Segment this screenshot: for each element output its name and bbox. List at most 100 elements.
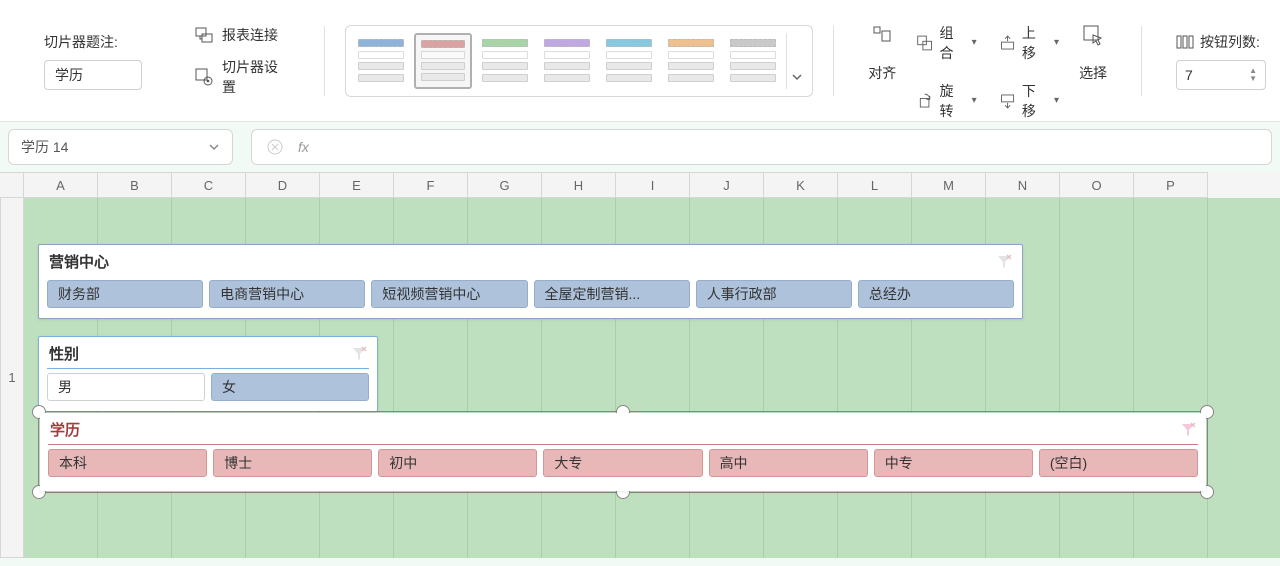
slicer-settings-label: 切片器设置: [222, 57, 286, 97]
slicer-items: 财务部电商营销中心短视频营销中心全屋定制营销...人事行政部总经办: [47, 280, 1014, 308]
formula-bar: fx: [251, 129, 1272, 165]
button-columns-value: 7: [1185, 67, 1193, 83]
ribbon: 切片器题注: 报表连接 切片器设置 对齐 组合▾: [0, 0, 1280, 122]
column-header[interactable]: I: [616, 172, 690, 198]
align-button[interactable]: [868, 21, 896, 49]
up-icon: [999, 33, 1016, 53]
button-columns-label: 按钮列数:: [1176, 32, 1266, 52]
fx-icon[interactable]: fx: [298, 139, 309, 155]
select-pane-button[interactable]: [1079, 21, 1107, 49]
slicer-item[interactable]: 高中: [709, 449, 868, 477]
rotate-label: 旋转: [940, 81, 964, 121]
chevron-down-icon: ▾: [1054, 95, 1059, 106]
slicer-item[interactable]: 女: [211, 373, 369, 401]
ribbon-separator: [833, 26, 834, 96]
button-columns-text: 按钮列数:: [1200, 32, 1260, 52]
style-swatch[interactable]: [476, 33, 534, 89]
column-header[interactable]: N: [986, 172, 1060, 198]
style-swatch[interactable]: [414, 33, 472, 89]
style-gallery: [345, 25, 813, 97]
rotate-button[interactable]: 旋转▾: [914, 79, 978, 123]
send-backward-button[interactable]: 下移 ▾: [997, 79, 1061, 123]
slicer-settings-button[interactable]: 切片器设置: [190, 55, 290, 99]
slicer-item[interactable]: 短视频营销中心: [371, 280, 527, 308]
slicer-item[interactable]: 人事行政部: [696, 280, 852, 308]
connect-group: 报表连接 切片器设置: [176, 21, 304, 101]
clear-filter-icon[interactable]: [351, 346, 367, 362]
slicer-item[interactable]: 财务部: [47, 280, 203, 308]
caption-group: 切片器题注:: [30, 21, 156, 101]
chevron-down-icon: ▾: [972, 37, 977, 48]
column-header[interactable]: M: [912, 172, 986, 198]
slicer-item[interactable]: 本科: [48, 449, 207, 477]
column-header[interactable]: K: [764, 172, 838, 198]
column-header[interactable]: F: [394, 172, 468, 198]
slicer-item[interactable]: 电商营销中心: [209, 280, 365, 308]
column-header[interactable]: C: [172, 172, 246, 198]
select-all-corner[interactable]: [0, 172, 24, 198]
style-swatch[interactable]: [352, 33, 410, 89]
ribbon-separator: [324, 26, 325, 96]
column-header[interactable]: P: [1134, 172, 1208, 198]
group-label: 组合: [940, 23, 964, 63]
report-connections-label: 报表连接: [222, 25, 278, 45]
column-header[interactable]: J: [690, 172, 764, 198]
column-header[interactable]: G: [468, 172, 542, 198]
align-icon: [870, 23, 894, 47]
clear-filter-icon[interactable]: [996, 254, 1012, 270]
style-swatch[interactable]: [600, 33, 658, 89]
row-header[interactable]: 1: [0, 198, 24, 558]
slicer-edu-title: 学历: [50, 419, 80, 440]
row-headers: 1: [0, 198, 24, 558]
button-columns-input[interactable]: 7 ▲▼: [1176, 60, 1266, 90]
spin-down-icon[interactable]: ▼: [1249, 75, 1257, 83]
column-header[interactable]: O: [1060, 172, 1134, 198]
column-header[interactable]: L: [838, 172, 912, 198]
slicer-item[interactable]: 中专: [874, 449, 1033, 477]
caption-input[interactable]: [44, 60, 142, 90]
group-button[interactable]: 组合 ▾: [914, 21, 978, 65]
column-header[interactable]: E: [320, 172, 394, 198]
column-header[interactable]: H: [542, 172, 616, 198]
style-swatch[interactable]: [724, 33, 782, 89]
slicer-item[interactable]: 初中: [378, 449, 537, 477]
cells[interactable]: 营销中心 财务部电商营销中心短视频营销中心全屋定制营销...人事行政部总经办 性…: [24, 198, 1280, 558]
slicer-item[interactable]: 大专: [543, 449, 702, 477]
chevron-down-icon: [208, 141, 220, 153]
select-icon: [1081, 23, 1105, 47]
slicer-items: 本科博士初中大专高中中专(空白): [48, 449, 1198, 477]
formula-input[interactable]: [323, 130, 1257, 164]
column-header[interactable]: A: [24, 172, 98, 198]
slicer-settings-icon: [194, 67, 214, 87]
down-icon: [999, 91, 1016, 111]
gallery-more-button[interactable]: [786, 33, 806, 89]
slicer-title: 学历: [48, 419, 1198, 445]
column-header[interactable]: D: [246, 172, 320, 198]
name-box[interactable]: 学历 14: [8, 129, 233, 165]
ribbon-separator: [1141, 26, 1142, 96]
clear-filter-icon[interactable]: [1180, 422, 1196, 438]
rotate-icon: [916, 91, 933, 111]
cancel-icon[interactable]: [266, 138, 284, 156]
row-area: 1 营销中心 财务部电商营销中心短视频营销中心全屋定制营销...人事行政部总经办…: [0, 198, 1280, 558]
chevron-down-icon: ▾: [1054, 37, 1059, 48]
slicer-item[interactable]: (空白): [1039, 449, 1198, 477]
slicer-education[interactable]: 学历 本科博士初中大专高中中专(空白): [40, 413, 1206, 491]
style-swatch[interactable]: [662, 33, 720, 89]
slicer-gender[interactable]: 性别 男女: [38, 336, 378, 412]
report-connections-button[interactable]: 报表连接: [190, 23, 290, 47]
slicer-item[interactable]: 全屋定制营销...: [534, 280, 690, 308]
slicer-item[interactable]: 博士: [213, 449, 372, 477]
columns-icon: [1176, 33, 1194, 51]
slicer-gender-title: 性别: [49, 343, 79, 364]
style-swatch[interactable]: [538, 33, 596, 89]
slicer-item[interactable]: 男: [47, 373, 205, 401]
send-backward-label: 下移: [1022, 81, 1046, 121]
column-header[interactable]: B: [98, 172, 172, 198]
spinner[interactable]: ▲▼: [1249, 67, 1257, 83]
report-connection-icon: [194, 25, 214, 45]
bring-forward-button[interactable]: 上移▾: [997, 21, 1061, 65]
slicer-dept[interactable]: 营销中心 财务部电商营销中心短视频营销中心全屋定制营销...人事行政部总经办: [38, 244, 1023, 319]
slicer-item[interactable]: 总经办: [858, 280, 1014, 308]
slicer-title: 营销中心: [47, 251, 1014, 276]
